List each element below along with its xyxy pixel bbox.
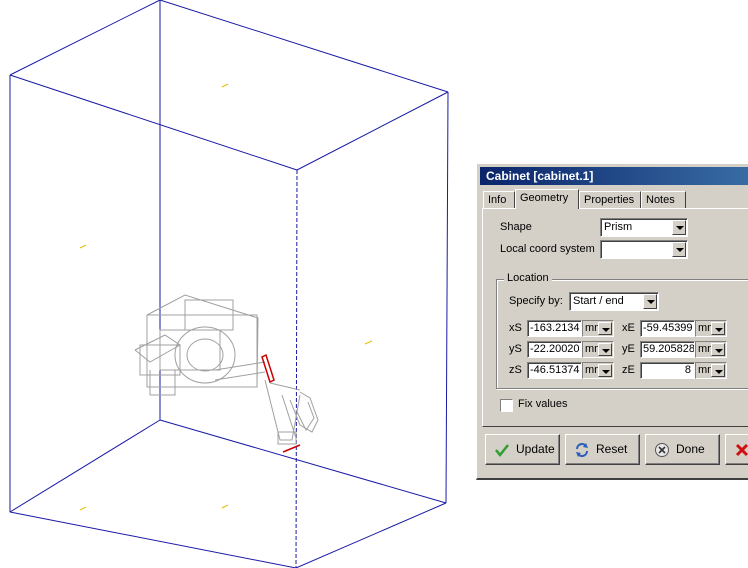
xs-unit-select[interactable]: mm [582,320,614,337]
chevron-down-icon[interactable] [672,220,686,235]
ys-unit-select[interactable]: mm [582,341,614,358]
shape-value: Prism [604,221,633,233]
reset-button[interactable]: Reset [565,434,640,465]
ye-unit-select[interactable]: mm [695,341,727,358]
ze-field[interactable]: 8 [640,362,695,379]
zs-field[interactable]: -46.51374 [527,362,582,379]
cancel-button[interactable] [725,434,748,465]
shape-label: Shape [500,221,532,233]
fix-values-checkbox[interactable] [500,399,513,412]
red-x-icon [735,443,748,457]
tab-geometry[interactable]: Geometry [515,189,579,209]
ye-field[interactable]: 59.205828 [640,341,695,358]
xs-label: xS [509,322,522,334]
ys-label: yS [509,343,522,355]
specify-by-select[interactable]: Start / end [569,292,659,311]
ze-unit-select[interactable]: mm [695,362,727,379]
chevron-down-icon[interactable] [711,364,725,377]
update-button[interactable]: Update [485,434,560,465]
tab-info[interactable]: Info [483,191,515,208]
ye-label: yE [622,343,635,355]
ze-label: zE [622,364,635,376]
location-group-title: Location [504,272,552,284]
dialog-title: Cabinet [cabinet.1] [480,167,748,185]
fix-values-label: Fix values [518,398,568,410]
done-button-label: Done [676,442,705,456]
reset-button-label: Reset [596,442,628,456]
ys-field[interactable]: -22.20020 [527,341,582,358]
zs-label: zS [509,364,522,376]
close-circle-icon [655,443,669,457]
chevron-down-icon[interactable] [643,294,657,309]
chevron-down-icon[interactable] [598,322,612,335]
local-coord-label: Local coord system [500,243,595,255]
chevron-down-icon[interactable] [711,343,725,356]
xe-unit-select[interactable]: mm [695,320,727,337]
xs-field[interactable]: -163.2134 [527,320,582,337]
checkmark-icon [495,444,509,458]
chevron-down-icon[interactable] [598,343,612,356]
chevron-down-icon[interactable] [598,364,612,377]
zs-unit-select[interactable]: mm [582,362,614,379]
done-button[interactable]: Done [645,434,720,465]
tab-notes[interactable]: Notes [641,191,686,208]
specify-by-label: Specify by: [509,295,563,307]
xe-field[interactable]: -59.45399 [640,320,695,337]
xe-label: xE [622,322,635,334]
cabinet-dialog: Cabinet [cabinet.1] Info Geometry Proper… [476,163,748,480]
update-button-label: Update [516,442,555,456]
chevron-down-icon[interactable] [711,322,725,335]
shape-select[interactable]: Prism [600,218,688,237]
specify-by-value: Start / end [573,295,624,307]
refresh-icon [576,443,588,457]
local-coord-select[interactable] [600,240,688,259]
chevron-down-icon[interactable] [672,242,686,257]
tab-properties[interactable]: Properties [579,191,641,208]
